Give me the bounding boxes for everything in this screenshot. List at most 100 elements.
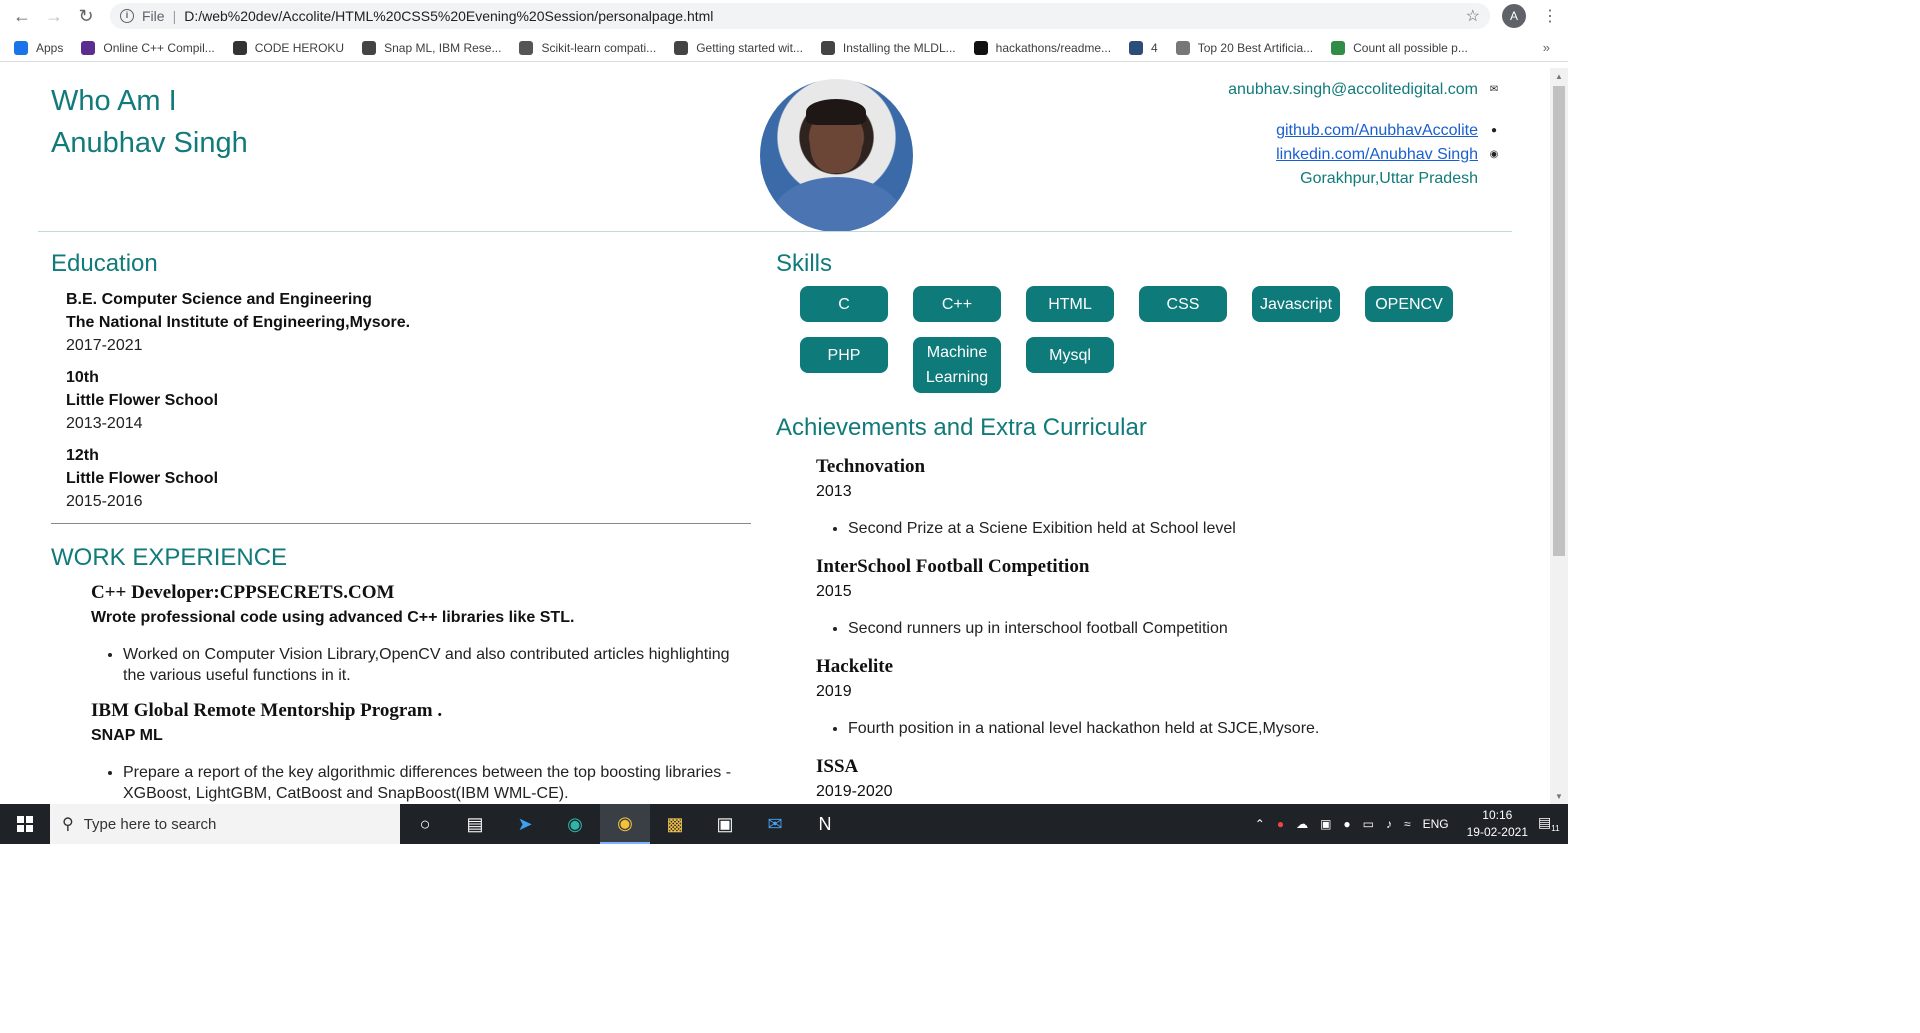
search-placeholder: Type here to search — [83, 815, 217, 833]
bookmark-item[interactable]: Apps — [14, 40, 64, 55]
bookmark-star-icon[interactable]: ☆ — [1466, 6, 1480, 26]
header-divider — [38, 231, 1512, 232]
file-explorer-icon[interactable]: ▩ — [650, 804, 700, 844]
chrome-icon[interactable]: ◉ — [600, 804, 650, 844]
education-degree: 12th — [66, 447, 99, 464]
address-bar[interactable]: i File | D:/web%20dev/Accolite/HTML%20CS… — [110, 3, 1490, 29]
bookmark-item[interactable]: CODE HEROKU — [232, 40, 344, 55]
bookmark-label: hackathons/readme... — [995, 40, 1112, 55]
email-text: anubhav.singh@accolitedigital.com — [1228, 81, 1478, 98]
email-row: anubhav.singh@accolitedigital.com ✉ — [1228, 78, 1500, 102]
work-bullet: Prepare a report of the key algorithmic … — [123, 762, 751, 804]
skill-chip[interactable]: Javascript — [1252, 286, 1340, 322]
volume-icon[interactable]: ♪ — [1386, 817, 1392, 831]
bookmark-item[interactable]: Online C++ Compil... — [81, 40, 215, 55]
github-link[interactable]: github.com/AnubhavAccolite — [1276, 119, 1478, 143]
education-item: 12th Little Flower School 2015-2016 — [66, 444, 751, 513]
vertical-scrollbar[interactable]: ▲ ▼ — [1550, 68, 1568, 804]
bookmark-item[interactable]: Top 20 Best Artificia... — [1175, 40, 1313, 55]
menu-dots-icon[interactable]: ⋮ — [1542, 6, 1558, 26]
chevron-up-icon[interactable]: ⌃ — [1255, 817, 1265, 831]
bookmark-label: Scikit-learn compati... — [541, 40, 657, 55]
profile-photo — [760, 79, 913, 232]
language-indicator[interactable]: ENG — [1423, 817, 1449, 831]
linkedin-link[interactable]: linkedin.com/Anubhav Singh — [1276, 143, 1478, 167]
achievement-name: Technovation — [816, 456, 926, 477]
battery-icon[interactable]: ▭ — [1363, 817, 1374, 831]
bookmark-item[interactable]: Getting started wit... — [674, 40, 803, 55]
bookmarks-overflow-icon[interactable]: » — [1543, 40, 1550, 55]
snap-icon — [674, 40, 689, 55]
snap-icon — [362, 40, 377, 55]
achievement-year: 2019-2020 — [816, 783, 893, 800]
scroll-down-icon[interactable]: ▼ — [1555, 792, 1563, 801]
forward-arrow-icon[interactable]: → — [38, 0, 70, 32]
education-years: 2017-2021 — [66, 337, 143, 354]
start-button[interactable] — [0, 804, 50, 844]
skill-chip[interactable]: C — [800, 286, 888, 322]
microphone-icon[interactable]: ● — [1343, 817, 1350, 831]
bookmark-item[interactable]: Snap ML, IBM Rese... — [362, 40, 501, 55]
skill-chip[interactable]: PHP — [800, 337, 888, 373]
doc-icon — [519, 40, 534, 55]
achievement-item: Hackelite 2019 Fourth position in a nati… — [816, 654, 1476, 740]
meet-icon[interactable]: ▣ — [1320, 817, 1331, 831]
bookmark-item[interactable]: hackathons/readme... — [973, 40, 1112, 55]
clock[interactable]: 10:16 19-02-2021 — [1467, 807, 1528, 841]
lightning-icon — [81, 40, 96, 55]
url-separator: | — [172, 8, 177, 24]
scroll-up-icon[interactable]: ▲ — [1555, 72, 1563, 81]
profile-avatar[interactable]: A — [1502, 4, 1526, 28]
taskbar-search[interactable]: ⚲ Type here to search — [50, 804, 400, 844]
work-summary: SNAP ML — [91, 727, 163, 744]
onedrive-icon[interactable]: ☁ — [1296, 817, 1308, 831]
education-years: 2013-2014 — [66, 415, 143, 432]
bookmark-item[interactable]: 4 — [1129, 40, 1158, 55]
system-tray: ⌃ ● ☁ ▣ ● ▭ ♪ ≈ ENG 10:16 19-02-2021 — [1243, 804, 1528, 844]
achievement-year: 2013 — [816, 483, 852, 500]
achievement-item: ISSA 2019-2020 — [816, 754, 1476, 804]
education-list: B.E. Computer Science and Engineering Th… — [66, 288, 751, 513]
bookmarks-bar: Apps Online C++ Compil... CODE HEROKU Snap … — [0, 34, 1568, 62]
back-arrow-icon[interactable]: ← — [6, 0, 38, 32]
skill-chip[interactable]: OPENCV — [1365, 286, 1453, 322]
mail-icon[interactable]: ✉ — [750, 804, 800, 844]
info-icon[interactable]: i — [120, 9, 134, 23]
vscode-icon[interactable]: ➤ — [500, 804, 550, 844]
task-view-icon[interactable]: ▤ — [450, 804, 500, 844]
skill-chip[interactable]: Mysql — [1026, 337, 1114, 373]
education-degree: B.E. Computer Science and Engineering — [66, 291, 372, 308]
edge-icon[interactable]: ◉ — [550, 804, 600, 844]
work-summary: Wrote professional code using advanced C… — [91, 609, 575, 626]
bookmark-label: Online C++ Compil... — [103, 40, 215, 55]
achievement-name: InterSchool Football Competition — [816, 556, 1090, 577]
skill-chip[interactable]: C++ — [913, 286, 1001, 322]
browser-toolbar: ← → ↻ i File | D:/web%20dev/Accolite/HTM… — [0, 0, 1568, 32]
reload-icon[interactable]: ↻ — [70, 0, 102, 32]
scrollbar-thumb[interactable] — [1553, 86, 1565, 556]
gfg-icon — [1331, 40, 1346, 55]
store-icon[interactable]: ▣ — [700, 804, 750, 844]
bookmark-item[interactable]: Installing the MLDL... — [820, 40, 956, 55]
notification-center-icon[interactable]: ▤11 — [1538, 814, 1560, 834]
skill-chip[interactable]: CSS — [1139, 286, 1227, 322]
skill-chip[interactable]: Machine Learning — [913, 337, 1001, 393]
skill-chip[interactable]: HTML — [1026, 286, 1114, 322]
github-row: github.com/AnubhavAccolite ● — [1228, 119, 1500, 143]
bookmark-item[interactable]: Scikit-learn compati... — [519, 40, 657, 55]
url-scheme: File — [142, 8, 165, 24]
linkedin-row: linkedin.com/Anubhav Singh ◉ — [1228, 143, 1500, 167]
achievement-bullet: Second runners up in interschool footbal… — [848, 618, 1476, 640]
wifi-icon[interactable]: ≈ — [1404, 817, 1411, 831]
taskbar: ⚲ Type here to search ○ ▤ ➤ ◉ ◉ ▩ ▣ ✉ N … — [0, 804, 1568, 844]
snap-icon — [820, 40, 835, 55]
antivirus-icon[interactable]: ● — [1277, 817, 1284, 831]
notion-icon[interactable]: N — [800, 804, 850, 844]
work-item: C++ Developer:CPPSECRETS.COM Wrote profe… — [91, 580, 751, 686]
profile-heading: Who Am I Anubhav Singh — [51, 80, 248, 164]
url-text[interactable]: D:/web%20dev/Accolite/HTML%20CSS5%20Even… — [184, 8, 713, 24]
work-item: IBM Global Remote Mentorship Program . S… — [91, 698, 751, 804]
cortana-icon[interactable]: ○ — [400, 804, 450, 844]
bookmark-label: Apps — [36, 40, 64, 55]
bookmark-item[interactable]: Count all possible p... — [1331, 40, 1468, 55]
